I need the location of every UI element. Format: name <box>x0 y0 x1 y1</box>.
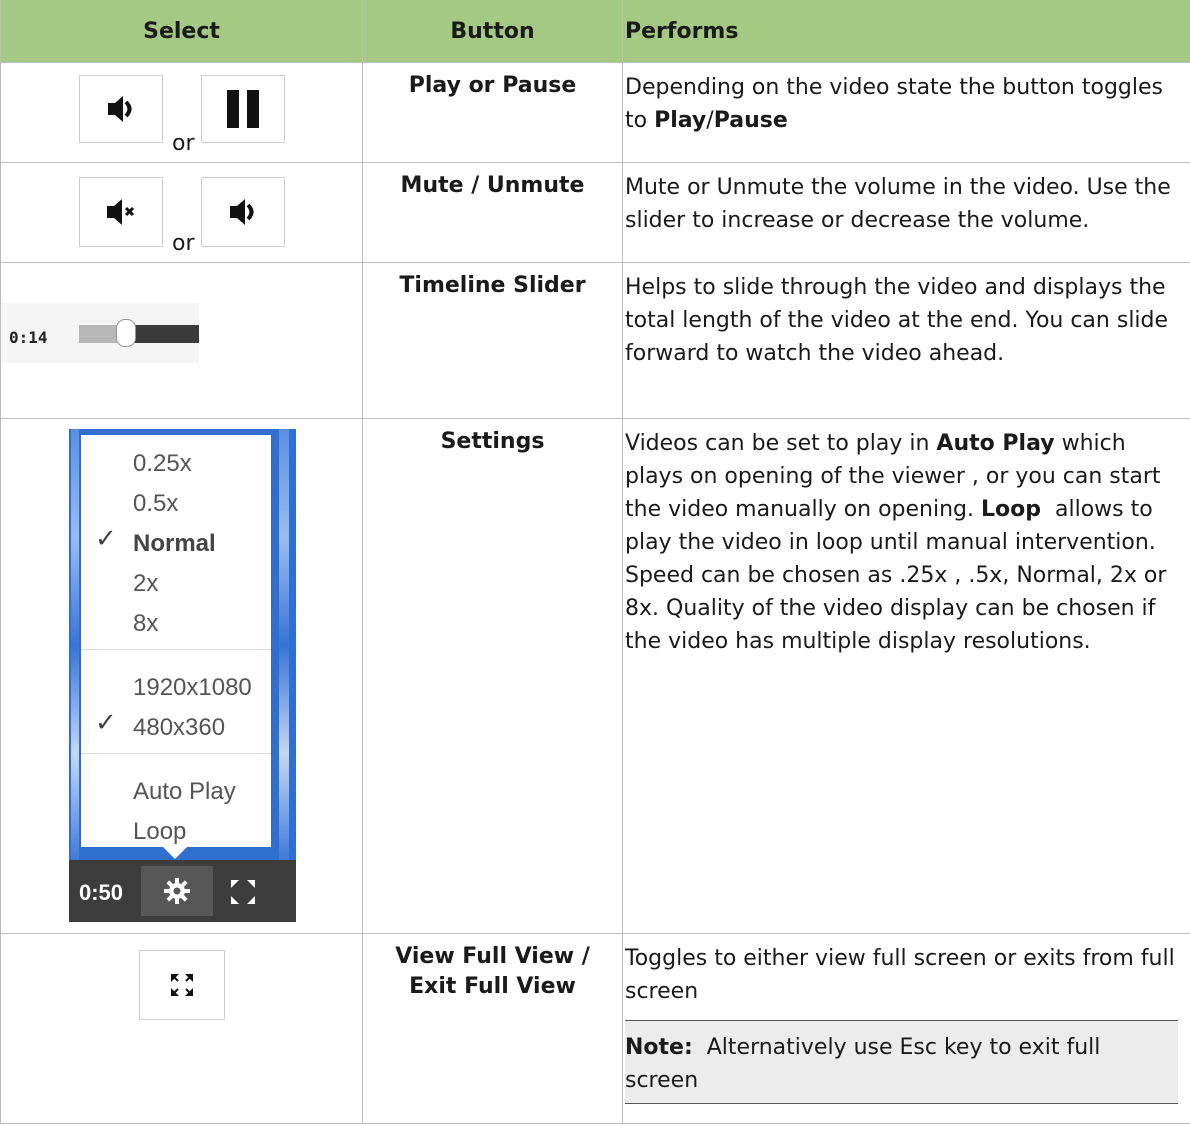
check-icon: ✓ <box>95 708 117 738</box>
header-button: Button <box>362 0 623 63</box>
select-cell-fullview <box>0 933 363 1124</box>
check-icon: ✓ <box>95 524 117 554</box>
button-play-pause: Play or Pause <box>362 62 623 163</box>
loop-bold: Loop <box>981 497 1042 522</box>
performs-play-pause: Depending on the video state the button … <box>622 62 1190 163</box>
performs-timeline: Helps to slide through the video and dis… <box>622 262 1190 419</box>
performs-settings: Videos can be set to play in Auto Play w… <box>622 418 1190 934</box>
current-time: 0:14 <box>9 328 48 347</box>
button-mute-unmute: Mute / Unmute <box>362 162 623 263</box>
settings-desc-a: Videos can be set to play in <box>625 431 937 456</box>
menu-pointer <box>163 847 187 859</box>
slider-handle[interactable] <box>116 319 136 347</box>
performs-full-view: Toggles to either view full screen or ex… <box>622 933 1190 1124</box>
video-background <box>279 429 289 862</box>
speed-option[interactable]: 8x <box>133 607 158 640</box>
play-bold: Play <box>654 108 707 133</box>
note-label: Note: <box>625 1035 693 1060</box>
pause-bold: Pause <box>713 108 788 133</box>
menu-divider <box>81 753 271 754</box>
speed-option[interactable]: 0.25x <box>133 447 192 480</box>
control-bar: 0:50 <box>69 860 296 922</box>
pause-icon <box>227 90 259 128</box>
select-cell-settings: 0.25x 0.5x ✓ Normal 2x 8x 1920x1080 ✓ 48… <box>0 418 363 934</box>
settings-screenshot: 0.25x 0.5x ✓ Normal 2x 8x 1920x1080 ✓ 48… <box>69 429 296 922</box>
button-full-view-line2: Exit Full View <box>409 974 576 999</box>
fullscreen-icon <box>171 974 193 996</box>
performs-mute-unmute: Mute or Unmute the volume in the video. … <box>622 162 1190 263</box>
button-full-view: View Full View / Exit Full View <box>362 933 623 1124</box>
slider-track[interactable] <box>127 325 199 343</box>
mute-icon <box>107 199 135 225</box>
button-full-view-line1: View Full View / <box>395 944 590 969</box>
button-settings: Settings <box>362 418 623 934</box>
select-cell-play: or <box>0 62 363 163</box>
pause-button-sample[interactable] <box>201 75 285 143</box>
slash: / <box>706 108 714 133</box>
autoplay-option[interactable]: Auto Play <box>133 775 236 808</box>
row-play-pause: or Play or Pause Depending on the video … <box>0 62 1190 163</box>
row-timeline: 0:14 Timeline Slider Helps to slide thro… <box>0 262 1190 419</box>
play-button-sample[interactable] <box>79 75 163 143</box>
row-mute-unmute: or Mute / Unmute Mute or Unmute the volu… <box>0 162 1190 263</box>
select-cell-mute: or <box>0 162 363 263</box>
row-full-view: View Full View / Exit Full View Toggles … <box>0 933 1190 1124</box>
fullscreen-button-sample[interactable] <box>139 950 225 1020</box>
video-time: 0:50 <box>79 880 124 905</box>
unmute-button-sample[interactable] <box>201 177 285 247</box>
button-timeline: Timeline Slider <box>362 262 623 419</box>
speaker-icon <box>230 199 254 225</box>
autoplay-bold: Auto Play <box>936 431 1055 456</box>
speed-option-selected[interactable]: Normal <box>133 527 216 560</box>
gear-icon <box>164 878 190 904</box>
settings-menu: 0.25x 0.5x ✓ Normal 2x 8x 1920x1080 ✓ 48… <box>81 435 271 847</box>
speaker-icon <box>108 96 132 122</box>
controls-table: Select Button Performs or Play or Pause … <box>0 0 1190 1124</box>
select-cell-timeline: 0:14 <box>0 262 363 419</box>
loop-option[interactable]: Loop <box>133 815 186 848</box>
speed-option[interactable]: 0.5x <box>133 487 178 520</box>
menu-divider <box>81 649 271 650</box>
note-box: Note: Alternatively use Esc key to exit … <box>625 1020 1178 1104</box>
mute-button-sample[interactable] <box>79 177 163 247</box>
speed-option[interactable]: 2x <box>133 567 158 600</box>
row-settings: 0.25x 0.5x ✓ Normal 2x 8x 1920x1080 ✓ 48… <box>0 418 1190 934</box>
note-text: Alternatively use Esc key to exit full s… <box>625 1035 1108 1093</box>
header-performs: Performs <box>622 0 1190 63</box>
timeline-slider[interactable]: 0:14 <box>1 303 199 363</box>
resolution-option[interactable]: 1920x1080 <box>133 671 252 704</box>
or-text: or <box>172 231 195 256</box>
fullview-desc: Toggles to either view full screen or ex… <box>625 946 1175 1004</box>
header-row: Select Button Performs <box>0 0 1190 63</box>
header-select: Select <box>0 0 363 63</box>
video-background <box>71 429 79 862</box>
settings-button[interactable] <box>141 866 213 916</box>
or-text: or <box>172 131 195 156</box>
resolution-option-selected[interactable]: 480x360 <box>133 711 225 744</box>
fullscreen-icon[interactable] <box>229 878 257 906</box>
